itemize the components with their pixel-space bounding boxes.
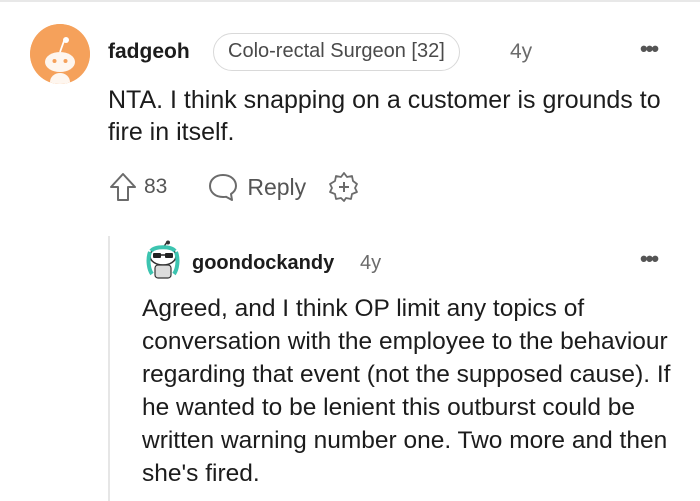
reply-button[interactable]: Reply: [207, 172, 306, 202]
avatar[interactable]: [143, 240, 183, 280]
more-options-button[interactable]: •••: [640, 36, 659, 62]
reply-label: Reply: [247, 173, 307, 200]
comment-author[interactable]: fadgeoh: [108, 40, 190, 64]
upvote-arrow-icon: [110, 173, 136, 201]
award-plus-icon: [329, 172, 359, 202]
upvote-button[interactable]: 83: [108, 171, 167, 203]
comment-timestamp[interactable]: 4y: [510, 40, 532, 64]
user-flair: Colo-rectal Surgeon [32]: [213, 33, 460, 71]
vote-count: 83: [144, 175, 168, 198]
more-options-button[interactable]: •••: [640, 246, 659, 272]
snoo-avatar-icon: [30, 24, 90, 84]
snoo-avatar-icon: [146, 240, 180, 279]
thread-line[interactable]: [108, 236, 110, 501]
comment-actions: 83 Reply: [108, 170, 360, 204]
reply-body: Agreed, and I think OP limit any topics …: [142, 295, 671, 487]
award-button[interactable]: [328, 171, 360, 203]
speech-bubble-icon: [209, 174, 238, 201]
reply-timestamp[interactable]: 4y: [360, 252, 381, 275]
reply-author[interactable]: goondockandy: [192, 252, 334, 275]
avatar[interactable]: [30, 24, 90, 84]
comment-body: NTA. I think snapping on a customer is g…: [108, 86, 661, 146]
top-divider: [0, 0, 700, 2]
